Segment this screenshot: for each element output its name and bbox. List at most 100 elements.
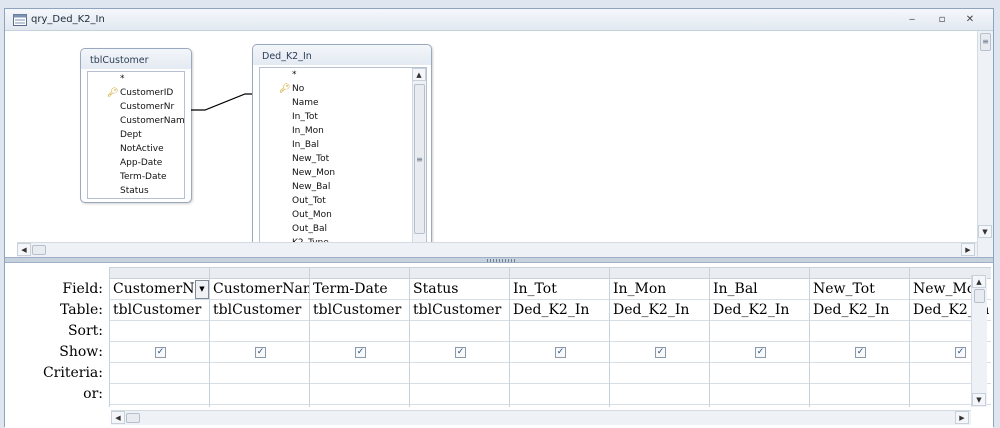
sort-cell[interactable] [310, 321, 409, 342]
field-cell[interactable]: In_Bal [710, 279, 809, 300]
table-cell[interactable]: Ded_K2_In [710, 300, 809, 321]
scroll-thumb[interactable]: ≡ [414, 84, 425, 234]
table-box-tblcustomer[interactable]: tblCustomer * 🔑︎ CustomerID CustomerNr Cu… [80, 48, 192, 203]
field-item[interactable]: Dept [88, 128, 184, 142]
splitter-grip[interactable] [487, 259, 517, 262]
or-cell[interactable] [410, 384, 509, 405]
criteria-cell[interactable] [210, 363, 309, 384]
show-cell[interactable]: ✓ [110, 342, 209, 363]
field-cell[interactable]: In_Mon [610, 279, 709, 300]
field-item[interactable]: * [260, 68, 426, 82]
scroll-thumb[interactable]: ≡ [980, 33, 991, 51]
grid-column[interactable]: New_Tot Ded_K2_In ✓ [809, 268, 909, 407]
table-name[interactable]: Ded_K2_In [253, 45, 431, 65]
scroll-thumb[interactable] [974, 289, 985, 303]
show-checkbox[interactable]: ✓ [655, 347, 666, 358]
or-cell[interactable] [310, 384, 409, 405]
column-selector[interactable] [410, 268, 509, 279]
field-list[interactable]: * 🔑︎ No Name In_Tot In_Mon In_Bal New_Tot… [259, 67, 427, 257]
scroll-up-icon[interactable]: ▲ [412, 68, 426, 81]
table-name[interactable]: tblCustomer [81, 49, 191, 69]
sort-cell[interactable] [110, 321, 209, 342]
scroll-thumb[interactable] [126, 413, 140, 423]
sort-cell[interactable] [210, 321, 309, 342]
grid-column[interactable]: In_Tot Ded_K2_In ✓ [509, 268, 609, 407]
diagram-pane[interactable]: tblCustomer * 🔑︎ CustomerID CustomerNr Cu… [5, 31, 993, 257]
scroll-left-icon[interactable]: ◀ [17, 243, 31, 256]
table-cell[interactable]: tblCustomer [110, 300, 209, 321]
scroll-down-icon[interactable]: ▼ [972, 393, 986, 406]
show-cell[interactable]: ✓ [510, 342, 609, 363]
criteria-cell[interactable] [610, 363, 709, 384]
criteria-cell[interactable] [810, 363, 909, 384]
field-item[interactable]: CustomerName [88, 114, 184, 128]
field-cell[interactable]: Term-Date [310, 279, 409, 300]
field-item[interactable]: Name [260, 96, 426, 110]
minimize-button[interactable]: ‒ [903, 13, 921, 27]
field-cell[interactable]: CustomerName [210, 279, 309, 300]
field-list-scrollbar[interactable]: ▲ ≡ [412, 68, 426, 257]
field-item[interactable]: In_Mon [260, 124, 426, 138]
column-selector[interactable] [510, 268, 609, 279]
grid-horizontal-scrollbar[interactable]: ◀ ▶ [111, 410, 971, 425]
show-checkbox[interactable]: ✓ [355, 347, 366, 358]
grid-column[interactable]: CustomerName tblCustomer ✓ [209, 268, 309, 407]
query-design-grid[interactable]: CustomerNr▼tblCustomer✓CustomerNametblCu… [109, 267, 991, 407]
field-item[interactable]: Term-Date [88, 170, 184, 184]
grid-column[interactable]: In_Bal Ded_K2_In ✓ [709, 268, 809, 407]
table-cell[interactable]: tblCustomer [410, 300, 509, 321]
field-cell[interactable]: CustomerNr ▼ [110, 279, 209, 300]
scroll-down-icon[interactable]: ▼ [978, 225, 992, 238]
field-item[interactable]: New_Bal [260, 180, 426, 194]
field-cell[interactable]: New_Tot [810, 279, 909, 300]
field-item[interactable]: NotActive [88, 142, 184, 156]
dropdown-arrow-icon[interactable]: ▼ [195, 280, 209, 299]
field-cell[interactable]: In_Tot [510, 279, 609, 300]
criteria-cell[interactable] [510, 363, 609, 384]
grid-column[interactable]: In_Mon Ded_K2_In ✓ [609, 268, 709, 407]
column-selector[interactable] [110, 268, 209, 279]
table-box-ded-k2-in[interactable]: Ded_K2_In * 🔑︎ No Name In_Tot In_Mon In_B… [252, 44, 432, 257]
field-item[interactable]: New_Tot [260, 152, 426, 166]
window-titlebar[interactable]: qry_Ded_K2_In ‒ ▫ ✕ [5, 9, 993, 31]
field-item[interactable]: Status [88, 184, 184, 198]
column-selector[interactable] [610, 268, 709, 279]
criteria-cell[interactable] [310, 363, 409, 384]
close-button[interactable]: ✕ [961, 13, 979, 27]
field-item[interactable]: In_Bal [260, 138, 426, 152]
scroll-right-icon[interactable]: ▶ [955, 411, 969, 424]
field-item[interactable]: In_Tot [260, 110, 426, 124]
field-cell[interactable]: Status [410, 279, 509, 300]
field-item[interactable]: 🔑︎ CustomerID [88, 86, 184, 100]
diagram-vertical-scrollbar[interactable]: ≡ ▼ [977, 31, 993, 257]
or-cell[interactable] [510, 384, 609, 405]
sort-cell[interactable] [810, 321, 909, 342]
sort-cell[interactable] [610, 321, 709, 342]
show-checkbox[interactable]: ✓ [955, 347, 966, 358]
grid-column[interactable]: Term-Date tblCustomer ✓ [309, 268, 409, 407]
grid-vertical-scrollbar[interactable]: ▲ ▼ [971, 275, 987, 407]
scroll-right-icon[interactable]: ▶ [961, 243, 975, 256]
field-list[interactable]: * 🔑︎ CustomerID CustomerNr CustomerName D… [87, 71, 185, 199]
criteria-cell[interactable] [110, 363, 209, 384]
column-selector[interactable] [310, 268, 409, 279]
table-cell[interactable]: Ded_K2_In [510, 300, 609, 321]
or-cell[interactable] [610, 384, 709, 405]
criteria-cell[interactable] [410, 363, 509, 384]
field-item[interactable]: CustomerNr [88, 100, 184, 114]
or-cell[interactable] [210, 384, 309, 405]
or-cell[interactable] [110, 384, 209, 405]
scroll-up-icon[interactable]: ▲ [972, 275, 986, 288]
show-checkbox[interactable]: ✓ [255, 347, 266, 358]
relationship-line[interactable] [189, 86, 259, 116]
criteria-cell[interactable] [710, 363, 809, 384]
table-cell[interactable]: Ded_K2_In [610, 300, 709, 321]
column-selector[interactable] [210, 268, 309, 279]
show-cell[interactable]: ✓ [310, 342, 409, 363]
show-cell[interactable]: ✓ [810, 342, 909, 363]
sort-cell[interactable] [410, 321, 509, 342]
table-cell[interactable]: tblCustomer [310, 300, 409, 321]
field-item[interactable]: Out_Bal [260, 222, 426, 236]
show-cell[interactable]: ✓ [410, 342, 509, 363]
or-cell[interactable] [710, 384, 809, 405]
